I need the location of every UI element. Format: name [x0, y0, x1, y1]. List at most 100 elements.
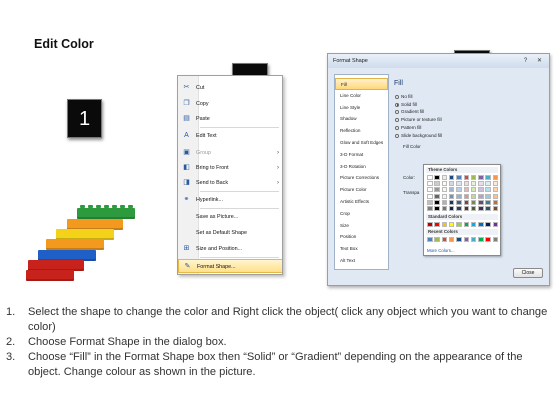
menu-item[interactable]: ▣ Group ›	[178, 146, 282, 160]
theme-color-swatch[interactable]	[427, 206, 433, 211]
theme-color-swatch[interactable]	[456, 175, 462, 180]
theme-color-swatch[interactable]	[492, 199, 499, 205]
menu-item[interactable]: ⚭ Hyperlink...	[178, 193, 282, 207]
recent-color-swatch[interactable]	[441, 237, 448, 242]
theme-color-swatch[interactable]	[470, 193, 477, 199]
fill-option-radio[interactable]: Gradient fill	[395, 109, 424, 115]
theme-color-swatch[interactable]	[441, 181, 448, 187]
theme-color-swatch[interactable]	[448, 199, 455, 205]
radio-button[interactable]	[395, 125, 399, 130]
theme-color-swatch[interactable]	[456, 181, 462, 187]
menu-item[interactable]: ✎ Format Shape...	[178, 259, 282, 273]
theme-color-swatch[interactable]	[434, 206, 440, 211]
category-item[interactable]: Line Style	[335, 102, 388, 114]
radio-button[interactable]	[395, 102, 399, 107]
theme-color-swatch[interactable]	[441, 187, 448, 193]
theme-color-swatch[interactable]	[441, 199, 448, 205]
close-icon[interactable]: ✕	[534, 57, 545, 65]
theme-color-swatch[interactable]	[470, 175, 477, 180]
lego-brick[interactable]	[46, 239, 104, 250]
standard-color-swatch[interactable]	[434, 222, 440, 227]
category-item[interactable]: Picture Corrections	[335, 172, 388, 184]
fill-option-radio[interactable]: Picture or texture fill	[395, 117, 442, 123]
category-item[interactable]: Fill	[335, 78, 388, 90]
fill-option-radio[interactable]: Slide background fill	[395, 133, 442, 139]
lego-brick[interactable]	[26, 270, 74, 281]
theme-color-swatch[interactable]	[492, 175, 499, 180]
standard-color-swatch[interactable]	[485, 222, 491, 227]
recent-color-swatch[interactable]	[470, 237, 477, 242]
theme-color-swatch[interactable]	[463, 175, 470, 180]
category-item[interactable]: Alt Text	[335, 255, 388, 267]
standard-color-swatch[interactable]	[463, 222, 470, 227]
theme-color-swatch[interactable]	[492, 193, 499, 199]
category-item[interactable]: Crop	[335, 208, 388, 220]
theme-color-swatch[interactable]	[427, 175, 433, 180]
recent-color-swatch[interactable]	[463, 237, 470, 242]
radio-button[interactable]	[395, 110, 399, 115]
theme-color-swatch[interactable]	[456, 193, 462, 199]
theme-color-swatch[interactable]	[463, 181, 470, 187]
theme-color-swatch[interactable]	[492, 187, 499, 193]
theme-color-swatch[interactable]	[478, 206, 484, 211]
theme-color-swatch[interactable]	[485, 199, 491, 205]
theme-color-swatch[interactable]	[463, 199, 470, 205]
radio-button[interactable]	[395, 133, 399, 138]
menu-item[interactable]: ▤ Paste	[178, 112, 282, 126]
standard-color-swatch[interactable]	[441, 222, 448, 227]
standard-color-swatch[interactable]	[492, 222, 499, 227]
fill-option-radio[interactable]: Pattern fill	[395, 125, 421, 131]
lego-stack-illustration[interactable]	[0, 0, 135, 281]
standard-color-swatch[interactable]	[470, 222, 477, 227]
radio-button[interactable]	[395, 118, 399, 123]
category-item[interactable]: Artistic Effects	[335, 196, 388, 208]
theme-color-swatch[interactable]	[485, 206, 491, 211]
theme-color-swatch[interactable]	[470, 206, 477, 211]
lego-brick[interactable]	[77, 205, 135, 219]
standard-color-swatch[interactable]	[478, 222, 484, 227]
category-item[interactable]: 3-D Format	[335, 149, 388, 161]
category-item[interactable]: Size	[335, 220, 388, 232]
menu-item[interactable]: ⊞ Size and Position...	[178, 242, 282, 256]
theme-color-swatch[interactable]	[427, 181, 433, 187]
theme-color-swatch[interactable]	[448, 187, 455, 193]
theme-color-swatch[interactable]	[478, 175, 484, 180]
theme-color-swatch[interactable]	[434, 175, 440, 180]
theme-color-swatch[interactable]	[434, 199, 440, 205]
more-colors-link[interactable]: More Colors...	[427, 248, 455, 253]
theme-color-swatch[interactable]	[478, 181, 484, 187]
menu-item[interactable]: ◧ Bring to Front ›	[178, 161, 282, 175]
theme-color-swatch[interactable]	[434, 187, 440, 193]
category-item[interactable]: Line Color	[335, 90, 388, 102]
theme-color-swatch[interactable]	[478, 199, 484, 205]
theme-color-swatch[interactable]	[448, 193, 455, 199]
category-item[interactable]: Picture Color	[335, 184, 388, 196]
theme-color-swatch[interactable]	[470, 181, 477, 187]
theme-color-swatch[interactable]	[456, 206, 462, 211]
recent-color-swatch[interactable]	[448, 237, 455, 242]
theme-color-swatch[interactable]	[448, 181, 455, 187]
recent-color-swatch[interactable]	[485, 237, 491, 242]
menu-item[interactable]: ◨ Send to Back ›	[178, 176, 282, 190]
category-item[interactable]: Position	[335, 231, 388, 243]
menu-item[interactable]: Save as Picture...	[178, 210, 282, 224]
fill-option-radio[interactable]: Solid fill	[395, 102, 417, 108]
theme-color-swatch[interactable]	[427, 193, 433, 199]
category-item[interactable]: 3-D Rotation	[335, 161, 388, 173]
theme-color-swatch[interactable]	[470, 187, 477, 193]
standard-color-swatch[interactable]	[427, 222, 433, 227]
theme-color-swatch[interactable]	[448, 206, 455, 211]
theme-color-swatch[interactable]	[427, 199, 433, 205]
theme-color-swatch[interactable]	[463, 206, 470, 211]
theme-color-swatch[interactable]	[456, 199, 462, 205]
theme-color-swatch[interactable]	[485, 175, 491, 180]
theme-color-swatch[interactable]	[485, 181, 491, 187]
theme-color-swatch[interactable]	[478, 193, 484, 199]
category-item[interactable]: Glow and Soft Edges	[335, 137, 388, 149]
theme-color-swatch[interactable]	[441, 193, 448, 199]
radio-button[interactable]	[395, 95, 399, 99]
recent-color-swatch[interactable]	[456, 237, 462, 242]
theme-color-swatch[interactable]	[441, 206, 448, 211]
menu-item[interactable]: A Edit Text	[178, 129, 282, 143]
category-item[interactable]: Shadow	[335, 113, 388, 125]
